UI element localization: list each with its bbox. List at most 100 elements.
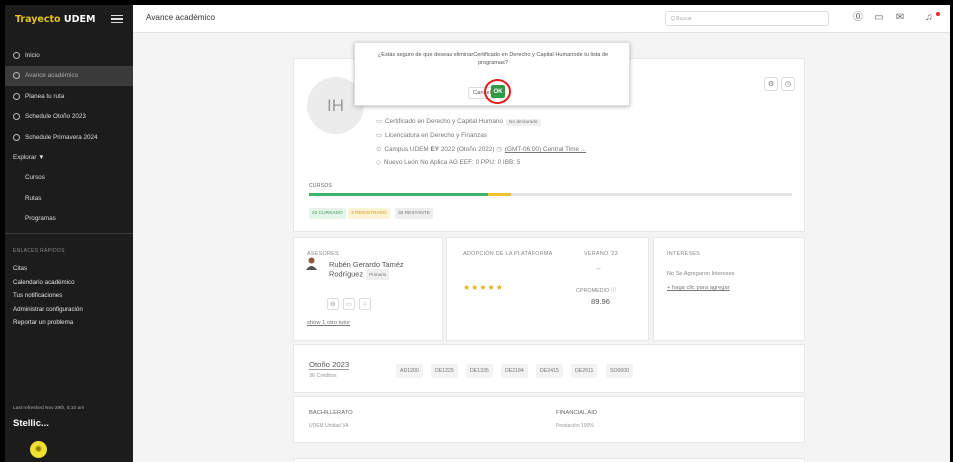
sidebar-item-rutas[interactable]: Rutas [5,188,133,209]
cursos-label: CURSOS [309,183,333,189]
ey-label: EY [430,146,440,153]
campus-label: Campus UDEM [384,146,429,153]
logo-row: Trayecto UDEM [5,5,133,33]
certificate-icon: ▭ [376,118,383,125]
quick-link-reportar[interactable]: Reportar un problema [5,316,133,330]
chip-registrado: 3 REGISTRADO [348,208,390,219]
bachillerato-title: BACHILLERATO [309,410,353,416]
campus-line: ⊙ Campus UDEM EY 2022 (Otoño 2022) ◷ (GMT-… [376,145,586,153]
sidebar: Trayecto UDEM Inicio Avance académico Pl… [5,5,133,462]
rating-stars: ★★★★★ [463,283,504,292]
check-circle-icon [13,72,20,80]
sidebar-item-cursos[interactable]: Cursos [5,168,133,189]
advisor-avatar-icon [306,257,317,270]
progress-cursado [309,193,488,196]
course-chip[interactable]: SO0000 [606,364,634,378]
lightbulb-icon[interactable]: ✺ [30,441,47,458]
financial-aid-value: Prestación 100% [556,423,594,429]
asesores-card: ASESORES Rubén Gerardo Taméz Rodríguez Pr… [293,237,443,341]
logo-part-2: UDEM [63,13,96,25]
logo-part-1: Trayecto [15,13,61,25]
add-interest-link[interactable]: + haga clic para agregar [667,285,730,291]
sidebar-item-label: Inicio [25,51,40,59]
sidebar-item-label: Schedule Primavera 2024 [25,133,98,141]
sidebar-item-schedule-primavera[interactable]: Schedule Primavera 2024 [5,127,133,148]
progress-registrado [488,193,511,196]
bachillerato-card: BACHILLERATO UDEM Unidad VA FINANCIAL AI… [293,396,805,443]
quick-links-title: ENLACES RÁPIDOS [13,248,65,254]
course-chip[interactable]: DE1335 [466,364,493,378]
program-1: ▭ Certificado en Derecho y Capital Humano… [376,117,541,126]
advisor-delete-icon[interactable]: ⌂ [359,298,371,310]
term-card: Otoño 2023 36 Créditos AD1200 DE1225 DE1… [293,344,805,393]
sidebar-item-label: Planea tu ruta [25,92,65,100]
explore-toggle[interactable]: Explorar ▼ [5,148,133,168]
program-2-label: Licenciatura en Derecho y Finanzas [385,132,487,139]
sidebar-item-label: Schedule Otoño 2023 [25,113,86,121]
quick-link-citas[interactable]: Citas [5,262,133,276]
top-header: Avance académico Q Buscar ⓪ ▭ ✉ ♫ [133,5,950,33]
next-card [293,458,805,462]
quick-link-configuracion[interactable]: Administrar configuración [5,303,133,317]
intereses-title: INTERESES [667,251,700,257]
logo[interactable]: Trayecto UDEM [15,14,95,25]
bell-icon[interactable]: ♫ [923,12,935,24]
course-chip[interactable]: AD1200 [396,364,423,378]
program-1-label: Certificado en Derecho y Capital Humano [385,118,503,125]
advisor-name: Rubén Gerardo Taméz Rodríguez Primario [329,260,429,280]
chip-cursado: 23 CURSADO [309,208,346,219]
calendar-icon [13,113,20,121]
sidebar-item-schedule-otono[interactable]: Schedule Otoño 2023 [5,107,133,128]
collapse-menu-icon[interactable] [111,14,124,24]
sidebar-item-programas[interactable]: Programas [5,209,133,230]
history-icon[interactable]: ◷ [781,77,795,91]
calendar-icon[interactable]: ▭ [873,12,885,24]
sidebar-item-planea[interactable]: Planea tu ruta [5,86,133,107]
primary-badge: Primario [366,269,390,280]
location-icon: ⊙ [376,146,382,153]
course-chip[interactable]: DE2184 [501,364,528,378]
sidebar-item-avance[interactable]: Avance académico [5,65,133,86]
progress-bar [309,193,792,196]
intereses-empty: No Se Agregaron Intereses [667,271,735,277]
calendar-icon [13,133,20,141]
page-title: Avance académico [146,13,216,22]
confirm-dialog: ¿Estás seguro de que deseas eliminarCert… [354,42,630,106]
ok-button[interactable]: OK [491,85,505,98]
tags-line: ◇ Nuevo León No Aplica AG EEF: 0 PPU: 0 I… [376,158,520,166]
intereses-card: INTERESES No Se Agregaron Intereses + ha… [653,237,805,341]
mail-icon[interactable]: ✉ [894,12,906,24]
last-refreshed: Last refreshed Nov 29th, 5:10 am [13,406,85,411]
help-icon[interactable]: ⓪ [852,12,864,24]
dialog-message: ¿Estás seguro de que deseas eliminarCert… [377,52,609,66]
financial-aid-title: FINANCIAL AID [556,410,598,416]
program-2: ▭ Licenciatura en Derecho y Finanzas [376,131,487,139]
advisor-calendar-icon[interactable]: ▭ [343,298,355,310]
tag-icon: ◇ [376,159,381,166]
term-name[interactable]: Otoño 2023 [309,360,350,370]
quick-link-notificaciones[interactable]: Tus notificaciones [5,289,133,303]
bachillerato-value: UDEM Unidad VA [309,423,349,429]
app-window: Trayecto UDEM Inicio Avance académico Pl… [5,5,950,462]
course-chip[interactable]: DE2611 [571,364,598,378]
adopcion-card: ADOPCIÓN DE LA PLATAFORMA VERANO '23 ★★★… [446,237,649,341]
notification-dot [936,12,940,16]
verano-value: -- [596,266,601,273]
settings-icon[interactable]: ⚙ [764,77,778,91]
stellic-brand: Stellic... [13,418,49,429]
show-tutor-link[interactable]: show 1 otro tutor [307,320,350,326]
status-badge: No declarado [505,119,541,126]
advisor-settings-icon[interactable]: ⚙ [327,298,339,310]
search-input[interactable]: Q Buscar [665,11,829,26]
course-chip[interactable]: DE2415 [536,364,563,378]
ey-value: 2022 (Otoño 2022) [440,146,495,153]
term-credits: 36 Créditos [309,373,337,379]
quick-links: Citas Calendario académico Tus notificac… [5,262,133,330]
quick-link-calendario[interactable]: Calendario académico [5,276,133,290]
adopcion-title: ADOPCIÓN DE LA PLATAFORMA [463,251,553,257]
chip-restante: 36 RESTANTE [395,208,433,219]
timezone-link[interactable]: (GMT-06:00) Central Time ... [505,146,586,153]
sidebar-item-inicio[interactable]: Inicio [5,45,133,66]
sidebar-item-label: Avance académico [25,72,79,80]
course-chip[interactable]: DE1225 [431,364,458,378]
